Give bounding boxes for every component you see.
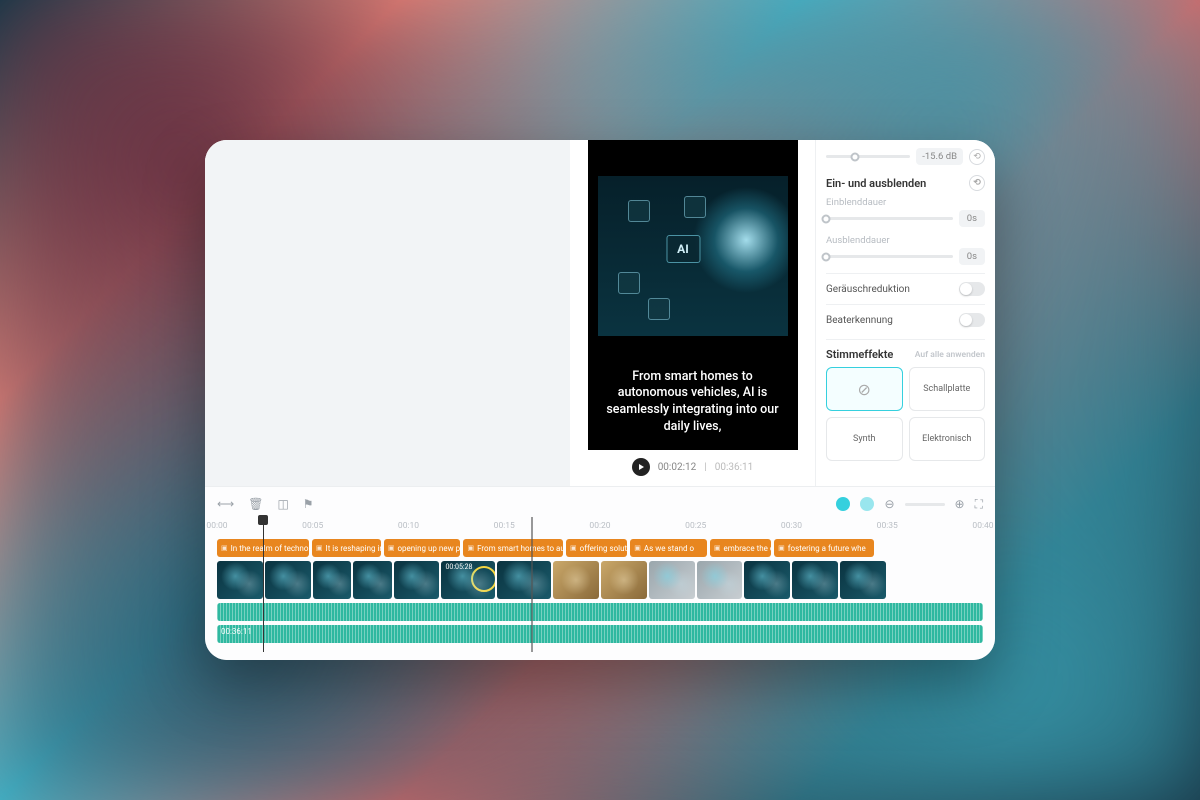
ruler-tick: 00:20 bbox=[589, 521, 610, 531]
overlay-node-icon bbox=[684, 196, 706, 218]
caption-clip[interactable]: fostering a future whe bbox=[774, 539, 874, 557]
noise-reduction-toggle[interactable] bbox=[959, 282, 985, 296]
properties-sidebar: -15.6 dB ⟲ Ein- und ausblenden ⟲ Einblen… bbox=[815, 140, 995, 486]
audio-clip-duration: 00:36:11 bbox=[221, 627, 252, 636]
preview-column: AI From smart homes to autonomous vehicl… bbox=[570, 140, 815, 486]
ruler-tick: 00:05 bbox=[302, 521, 323, 531]
noise-reduction-label: Geräuschreduktion bbox=[826, 284, 910, 295]
fade-section-title: Ein- und ausblenden bbox=[826, 177, 926, 190]
beat-detection-label: Beaterkennung bbox=[826, 315, 893, 326]
delete-tool-icon[interactable]: 🗑 bbox=[248, 497, 263, 511]
overlay-node-icon bbox=[618, 272, 640, 294]
caption-clip[interactable]: opening up new p bbox=[384, 539, 461, 557]
media-panel bbox=[205, 140, 570, 486]
beat-detection-toggle[interactable] bbox=[959, 313, 985, 327]
ai-badge: AI bbox=[666, 235, 700, 263]
upper-pane: AI From smart homes to autonomous vehicl… bbox=[205, 140, 995, 486]
time-ruler[interactable]: 00:0000:0500:1000:1500:2000:2500:3000:35… bbox=[217, 519, 983, 537]
overlay-node-icon bbox=[628, 200, 650, 222]
fade-out-value: 0s bbox=[959, 248, 985, 265]
video-clip[interactable] bbox=[840, 561, 886, 599]
video-clip[interactable]: 00:05:28 bbox=[441, 561, 495, 599]
cursor-highlight-icon bbox=[471, 566, 495, 592]
ruler-tick: 00:30 bbox=[781, 521, 802, 531]
timeline-panel: ⟷ 🗑 ◫ ⚑ ⊖ ⊕ ⛶ 00:00 00:05 00:10 00:15 00:20 0… bbox=[205, 486, 995, 660]
audio-track-2[interactable]: 00:36:11 bbox=[217, 625, 983, 643]
video-clip[interactable] bbox=[553, 561, 599, 599]
volume-reset-button[interactable]: ⟲ bbox=[969, 149, 985, 165]
ruler-tick: 00:40 bbox=[972, 521, 993, 531]
video-clip[interactable] bbox=[394, 561, 440, 599]
video-clip[interactable] bbox=[497, 561, 551, 599]
video-clip[interactable] bbox=[792, 561, 838, 599]
fade-in-value: 0s bbox=[959, 210, 985, 227]
preview-caption: From smart homes to autonomous vehicles,… bbox=[600, 369, 786, 437]
video-clip[interactable] bbox=[649, 561, 695, 599]
caption-clip[interactable]: offering solutions bbox=[566, 539, 627, 557]
zoom-slider[interactable] bbox=[905, 503, 945, 506]
timecode-divider: | bbox=[704, 462, 706, 473]
caption-clip[interactable]: embrace the op bbox=[710, 539, 771, 557]
voice-fx-vinyl[interactable]: Schallplatte bbox=[909, 367, 986, 411]
preview-player[interactable]: AI From smart homes to autonomous vehicl… bbox=[588, 140, 798, 450]
video-track[interactable]: 00:05:28 bbox=[217, 561, 983, 599]
fade-reset-button[interactable]: ⟲ bbox=[969, 175, 985, 191]
scrub-line bbox=[531, 517, 533, 652]
ruler-tick: 00:25 bbox=[685, 521, 706, 531]
audio-track-1[interactable] bbox=[217, 603, 983, 621]
voice-fx-electronic[interactable]: Elektronisch bbox=[909, 417, 986, 461]
video-clip[interactable] bbox=[217, 561, 263, 599]
voice-fx-title: Stimmeffekte bbox=[826, 348, 893, 361]
volume-slider[interactable] bbox=[826, 155, 910, 158]
voice-fx-synth[interactable]: Synth bbox=[826, 417, 903, 461]
caption-clip[interactable]: It is reshaping indus bbox=[312, 539, 381, 557]
ruler-tick: 00:00 bbox=[206, 521, 227, 531]
caption-clip[interactable]: From smart homes to auton bbox=[463, 539, 563, 557]
caption-track[interactable]: In the realm of technology, tIt is resha… bbox=[217, 539, 983, 557]
zoom-out-button[interactable]: ⊖ bbox=[884, 497, 894, 511]
volume-readout: -15.6 dB bbox=[916, 148, 963, 165]
fade-out-label: Ausblenddauer bbox=[826, 235, 985, 246]
ruler-tick: 00:10 bbox=[398, 521, 419, 531]
editor-window: AI From smart homes to autonomous vehicl… bbox=[205, 140, 995, 660]
play-button[interactable] bbox=[632, 458, 650, 476]
video-clip[interactable] bbox=[265, 561, 311, 599]
magnet-toggle-icon[interactable] bbox=[860, 497, 874, 511]
fade-in-slider[interactable] bbox=[826, 217, 953, 220]
clip-timecode: 00:05:28 bbox=[445, 563, 472, 571]
voice-fx-none[interactable]: ⊘ bbox=[826, 367, 903, 411]
transport-controls: 00:02:12 | 00:36:11 bbox=[632, 450, 754, 486]
video-clip[interactable] bbox=[353, 561, 391, 599]
video-clip[interactable] bbox=[313, 561, 351, 599]
video-clip[interactable] bbox=[697, 561, 743, 599]
fade-in-label: Einblenddauer bbox=[826, 197, 985, 208]
ruler-tick: 00:35 bbox=[877, 521, 898, 531]
caption-clip[interactable]: As we stand o bbox=[630, 539, 707, 557]
video-clip[interactable] bbox=[744, 561, 790, 599]
timecode-current: 00:02:12 bbox=[658, 462, 697, 473]
split-tool-icon[interactable]: ⟷ bbox=[217, 497, 234, 511]
snap-toggle-icon[interactable] bbox=[836, 497, 850, 511]
voice-fx-hint[interactable]: Auf alle anwenden bbox=[915, 350, 985, 360]
ruler-tick: 00:15 bbox=[494, 521, 515, 531]
crop-tool-icon[interactable]: ◫ bbox=[277, 497, 288, 511]
fit-button[interactable]: ⛶ bbox=[975, 497, 983, 512]
overlay-node-icon bbox=[648, 298, 670, 320]
video-clip[interactable] bbox=[601, 561, 647, 599]
tracks-container: In the realm of technology, tIt is resha… bbox=[217, 539, 983, 643]
zoom-in-button[interactable]: ⊕ bbox=[955, 497, 965, 511]
marker-tool-icon[interactable]: ⚑ bbox=[303, 497, 314, 511]
fade-out-slider[interactable] bbox=[826, 255, 953, 258]
playhead-line bbox=[263, 517, 265, 652]
timecode-total: 00:36:11 bbox=[715, 462, 754, 473]
